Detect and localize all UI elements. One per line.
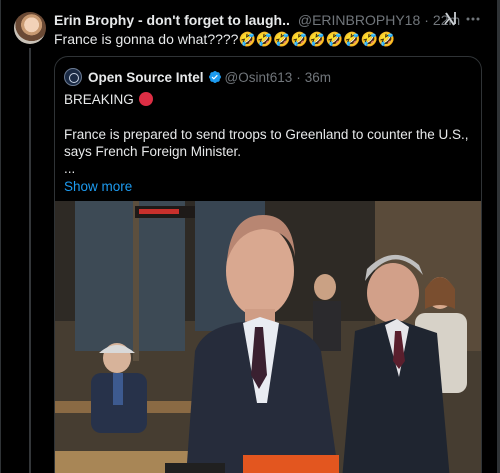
quoted-text-ellipsis: ... — [64, 161, 76, 176]
red-circle-icon — [138, 92, 153, 106]
news-photo[interactable] — [55, 201, 481, 473]
more-options-icon[interactable] — [465, 10, 481, 28]
quoted-post-text: BREAKING France is prepared to send troo… — [64, 89, 474, 195]
verified-badge-icon — [208, 71, 221, 83]
quoted-display-name[interactable]: Open Source Intel — [88, 70, 204, 85]
quoted-handle[interactable]: @Osint613 — [225, 70, 293, 85]
quoted-text-line-2: says French Foreign Minister. — [64, 144, 242, 159]
post-header: Erin Brophy - don't forget to laugh.. @E… — [54, 11, 460, 29]
grok-icon[interactable] — [443, 10, 459, 28]
separator: · — [296, 69, 301, 85]
quoted-post-card[interactable]: Open Source Intel @Osint613 · 36m BREAKI… — [54, 56, 482, 473]
quoted-avatar[interactable] — [64, 68, 82, 86]
post-text: France is gonna do what????🤣🤣🤣🤣🤣🤣🤣🤣🤣 — [54, 31, 396, 47]
quoted-timestamp[interactable]: 36m — [305, 70, 331, 85]
handle[interactable]: @ERINBROPHY18 — [298, 12, 420, 28]
quoted-post-header: Open Source Intel @Osint613 · 36m — [64, 68, 331, 86]
separator: · — [424, 12, 429, 28]
quoted-text-line-1: France is prepared to send troops to Gre… — [64, 127, 469, 142]
thread-line — [29, 48, 31, 473]
display-name[interactable]: Erin Brophy - don't forget to laugh.. — [54, 12, 290, 28]
breaking-label: BREAKING — [64, 91, 134, 107]
show-more-link[interactable]: Show more — [64, 178, 132, 195]
avatar[interactable] — [14, 12, 46, 44]
